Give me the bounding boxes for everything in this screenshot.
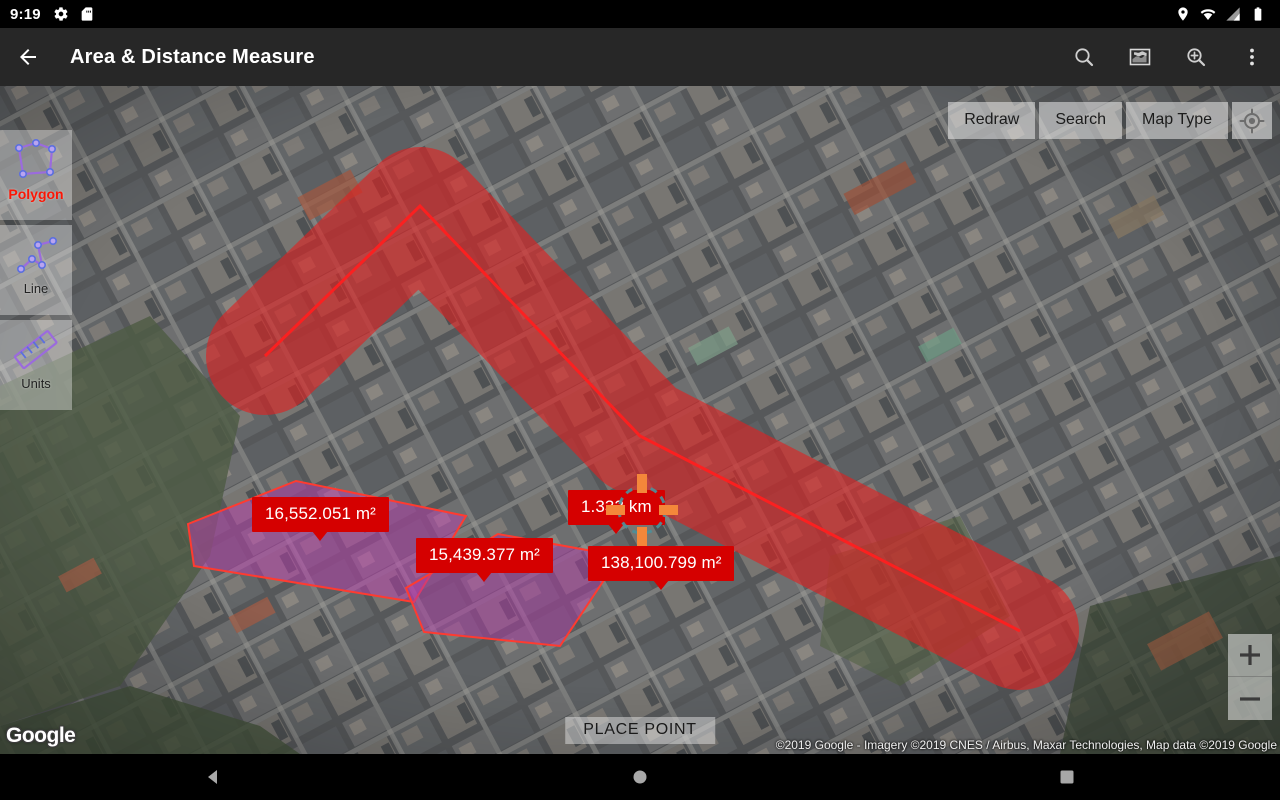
map-search-button[interactable]: Search [1039, 102, 1122, 139]
redraw-button[interactable]: Redraw [948, 102, 1035, 139]
overflow-menu-button[interactable] [1224, 28, 1280, 86]
nav-recents-button[interactable] [1007, 754, 1127, 800]
units-ruler-icon [10, 326, 62, 376]
back-arrow-icon [16, 45, 40, 69]
gear-icon [53, 6, 69, 22]
location-pin-icon [1175, 6, 1191, 22]
recents-square-icon [1057, 767, 1077, 787]
sdcard-icon [79, 6, 95, 22]
status-bar: 9:19 [0, 0, 1280, 28]
tool-polygon[interactable]: Polygon [0, 130, 72, 220]
map-attribution: ©2019 Google - Imagery ©2019 CNES / Airb… [776, 738, 1277, 752]
app-bar: Area & Distance Measure [0, 28, 1280, 86]
map-layers-icon [1128, 45, 1152, 69]
map-layers-button[interactable] [1112, 28, 1168, 86]
measurement-label-area-1[interactable]: 16,552.051 m² [252, 497, 389, 532]
home-circle-icon [630, 767, 650, 787]
measurement-label-area-3[interactable]: 138,100.799 m² [588, 546, 734, 581]
tool-units-label: Units [21, 377, 51, 391]
zoom-controls [1228, 634, 1272, 720]
back-triangle-icon [203, 767, 223, 787]
polygon-icon [10, 136, 62, 186]
map-viewport[interactable]: Polygon Line [0, 86, 1280, 754]
zoom-search-button[interactable] [1168, 28, 1224, 86]
minus-icon [1239, 688, 1261, 710]
map-type-button[interactable]: Map Type [1126, 102, 1228, 139]
crosshair-marker[interactable] [604, 472, 680, 548]
tool-rail: Polygon Line [0, 130, 72, 415]
wifi-icon [1200, 6, 1216, 22]
line-icon [10, 231, 62, 281]
nav-back-button[interactable] [153, 754, 273, 800]
map-controls-bar: Redraw Search Map Type [948, 102, 1272, 139]
place-point-button[interactable]: PLACE POINT [565, 717, 715, 744]
tool-line[interactable]: Line [0, 225, 72, 315]
android-nav-bar [0, 754, 1280, 800]
my-location-icon [1239, 108, 1265, 134]
measure-overlay [0, 86, 1280, 754]
plus-icon [1239, 644, 1261, 666]
search-button[interactable] [1056, 28, 1112, 86]
cellular-signal-icon [1225, 6, 1241, 22]
nav-home-button[interactable] [580, 754, 700, 800]
measurement-label-area-2[interactable]: 15,439.377 m² [416, 538, 553, 573]
zoom-search-icon [1184, 45, 1208, 69]
battery-icon [1250, 6, 1266, 22]
page-title: Area & Distance Measure [70, 46, 315, 69]
tool-units[interactable]: Units [0, 320, 72, 410]
zoom-out-button[interactable] [1228, 677, 1272, 720]
tool-polygon-label: Polygon [8, 187, 63, 201]
status-right-icons [1175, 6, 1270, 22]
status-clock: 9:19 [10, 6, 41, 23]
tool-line-label: Line [24, 282, 49, 296]
app-bar-actions [1056, 28, 1280, 86]
search-icon [1072, 45, 1096, 69]
google-logo: Google [6, 724, 75, 748]
back-button[interactable] [0, 28, 56, 86]
overflow-menu-icon [1240, 45, 1264, 69]
zoom-in-button[interactable] [1228, 634, 1272, 677]
my-location-button[interactable] [1232, 102, 1272, 139]
status-left-icons [53, 6, 95, 22]
